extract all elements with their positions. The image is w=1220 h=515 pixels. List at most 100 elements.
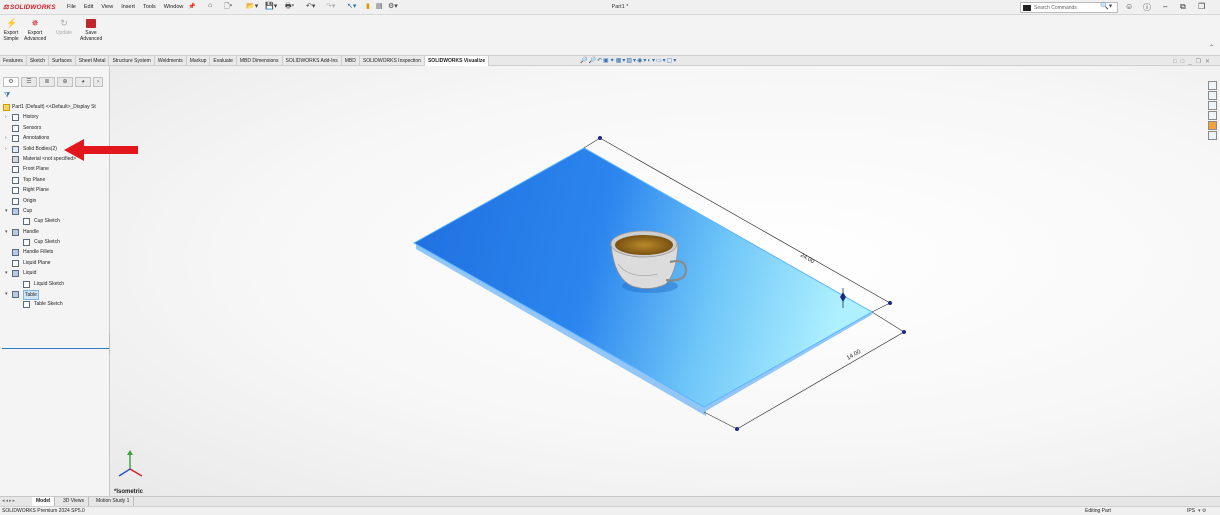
undo-icon[interactable]: ↶▾	[306, 2, 315, 13]
view-settings-icon[interactable]: ▢▾	[667, 58, 678, 64]
tree-item-cup[interactable]: ▾ Cup	[2, 206, 110, 216]
dimension-endpoint[interactable]	[598, 136, 602, 140]
tab-solidworks-add-ins[interactable]: SOLIDWORKS Add-Ins	[283, 56, 342, 66]
edit-appearance-icon[interactable]: ◐▾	[647, 58, 656, 64]
dimension-endpoint[interactable]	[735, 427, 739, 431]
solidworks-resources-icon[interactable]	[1208, 81, 1217, 90]
tree-item-cup-sketch[interactable]: Cup Sketch	[2, 237, 110, 247]
menu-window[interactable]: Window	[164, 4, 184, 10]
tab-solidworks-visualize[interactable]: SOLIDWORKS Visualize	[424, 56, 490, 66]
update-button[interactable]: ↻ Update	[53, 19, 75, 37]
graphics-area[interactable]: 24.00 14.00 *Isometric	[110, 66, 1220, 496]
tab-sheet-metal[interactable]: Sheet Metal	[76, 56, 110, 66]
expand-toggle-icon[interactable]: ›	[5, 112, 7, 122]
tab-features[interactable]: Features	[0, 56, 27, 66]
expand-toggle-icon[interactable]: ▾	[5, 227, 8, 237]
tab-navigation-arrows-icon[interactable]: ◂◂▸▸	[2, 498, 16, 504]
expand-toggle-icon[interactable]: ▾	[5, 289, 8, 299]
doc-maximize-icon[interactable]: ❐	[1196, 59, 1205, 65]
filter-icon[interactable]: ⧩	[4, 92, 10, 100]
new-document-icon[interactable]: 🗋▾	[224, 2, 232, 13]
collapse-ribbon-icon[interactable]: ⌃	[1209, 44, 1214, 51]
user-account-icon[interactable]: ☺	[1125, 2, 1133, 11]
model-scene[interactable]: 24.00 14.00	[110, 66, 1220, 496]
home-icon[interactable]: ⌂	[208, 2, 212, 13]
expand-toggle-icon[interactable]: ▾	[5, 206, 8, 216]
solidworks-logo[interactable]: ⚖SOLIDWORKS	[3, 3, 56, 11]
doc-close-icon[interactable]: ✕	[1205, 59, 1214, 65]
dimension-width-label[interactable]: 14.00	[846, 349, 863, 362]
tree-item-cup-sketch[interactable]: Cup Sketch	[2, 216, 110, 226]
hide-show-items-icon[interactable]: ◉▾	[637, 58, 647, 64]
expand-toggle-icon[interactable]: ▾	[5, 268, 8, 278]
status-options-icon[interactable]: ▾ ⚙	[1198, 507, 1206, 515]
section-view-icon[interactable]: ▣	[603, 58, 610, 64]
tab-evaluate[interactable]: Evaluate	[210, 56, 237, 66]
file-explorer-icon[interactable]	[1208, 101, 1217, 110]
open-folder-icon[interactable]: 📂▾	[246, 2, 258, 13]
tab-sketch[interactable]: Sketch	[27, 56, 50, 66]
expand-toggle-icon[interactable]: ›	[5, 144, 7, 154]
view-orientation-icon[interactable]: ▦▾	[616, 58, 627, 64]
tile-icon[interactable]: □	[1173, 59, 1181, 65]
tab-mbd[interactable]: MBD	[342, 56, 360, 66]
display-style-icon[interactable]: ▧▾	[626, 58, 637, 64]
redo-icon[interactable]: ↷▾	[326, 2, 335, 13]
tab-weldments[interactable]: Weldments	[155, 56, 187, 66]
menu-tools[interactable]: Tools	[143, 4, 156, 10]
design-library-icon[interactable]	[1208, 91, 1217, 100]
tree-item-top-plane[interactable]: Top Plane	[2, 175, 110, 185]
menu-view[interactable]: View	[101, 4, 113, 10]
menu-edit[interactable]: Edit	[84, 4, 93, 10]
traffic-light-icon[interactable]: ▮	[366, 2, 370, 13]
tab-structure-system[interactable]: Structure System	[109, 56, 155, 66]
tab-scroll-icon[interactable]: ›	[93, 77, 103, 87]
save-advanced-button[interactable]: Save Advanced	[80, 19, 102, 42]
print-icon[interactable]: 🖶▾	[285, 2, 294, 13]
dimension-endpoint[interactable]	[888, 301, 892, 305]
maximize-icon[interactable]: ❐	[1198, 2, 1205, 11]
view-palette-icon[interactable]	[1208, 111, 1217, 120]
tab-mbd-dimensions[interactable]: MBD Dimensions	[237, 56, 283, 66]
tree-item-sensors[interactable]: Sensors	[2, 123, 110, 133]
export-advanced-button[interactable]: ✵ Export Advanced	[24, 19, 46, 43]
export-simple-button[interactable]: ⚡ Export Simple	[0, 19, 22, 43]
tree-root[interactable]: Part1 (Default) <<Default>_Display St	[2, 102, 110, 112]
configuration-manager-tab-icon[interactable]: ≣	[39, 77, 55, 87]
dimension-length-label[interactable]: 24.00	[799, 253, 816, 266]
restore-icon[interactable]: ⧉	[1180, 2, 1186, 12]
tree-item-front-plane[interactable]: Front Plane	[2, 164, 110, 174]
menu-file[interactable]: File	[67, 4, 76, 10]
tree-item-handle[interactable]: ▾ Handle	[2, 227, 110, 237]
tree-item-table-sketch[interactable]: Table Sketch	[2, 299, 110, 309]
apply-scene-icon[interactable]: ▭▾	[656, 58, 667, 64]
unit-system-selector[interactable]: IPS	[1187, 507, 1195, 515]
pin-icon[interactable]: 📌	[188, 3, 195, 10]
dimxpert-tab-icon[interactable]: ⊕	[57, 77, 73, 87]
tab-markup[interactable]: Markup	[187, 56, 211, 66]
tab-surfaces[interactable]: Surfaces	[49, 56, 76, 66]
tree-item-liquid-plane[interactable]: Liquid Plane	[2, 258, 110, 268]
tree-item-history[interactable]: › History	[2, 112, 110, 122]
dimension-endpoint[interactable]	[902, 330, 906, 334]
custom-properties-icon[interactable]	[1208, 131, 1217, 140]
tree-item-right-plane[interactable]: Right Plane	[2, 185, 110, 195]
doc-minimize-icon[interactable]: _	[1188, 59, 1195, 65]
property-manager-tab-icon[interactable]: ☰	[21, 77, 37, 87]
feature-manager-tab-icon[interactable]: ⚙	[3, 77, 19, 87]
appearances-icon[interactable]	[1208, 121, 1217, 130]
select-pointer-icon[interactable]: ↖▾	[347, 2, 356, 13]
options-gear-icon[interactable]: ⚙▾	[388, 2, 398, 13]
tree-item-liquid[interactable]: ▾ Liquid	[2, 268, 110, 278]
file-properties-icon[interactable]: ▤	[376, 2, 383, 13]
tree-item-liquid-sketch[interactable]: Liquid Sketch	[2, 279, 110, 289]
minimize-icon[interactable]: –	[1163, 2, 1167, 11]
expand-toggle-icon[interactable]: ›	[5, 133, 7, 143]
tab-solidworks-inspection[interactable]: SOLIDWORKS Inspection	[360, 56, 425, 66]
help-icon[interactable]: ⓘ	[1143, 2, 1151, 13]
tree-item-handle-fillets[interactable]: Handle Fillets	[2, 247, 110, 257]
tree-item-table[interactable]: ▾ Table	[2, 289, 110, 301]
menu-insert[interactable]: Insert	[121, 4, 135, 10]
tree-item-origin[interactable]: Origin	[2, 196, 110, 206]
display-manager-tab-icon[interactable]: ◕	[75, 77, 91, 87]
